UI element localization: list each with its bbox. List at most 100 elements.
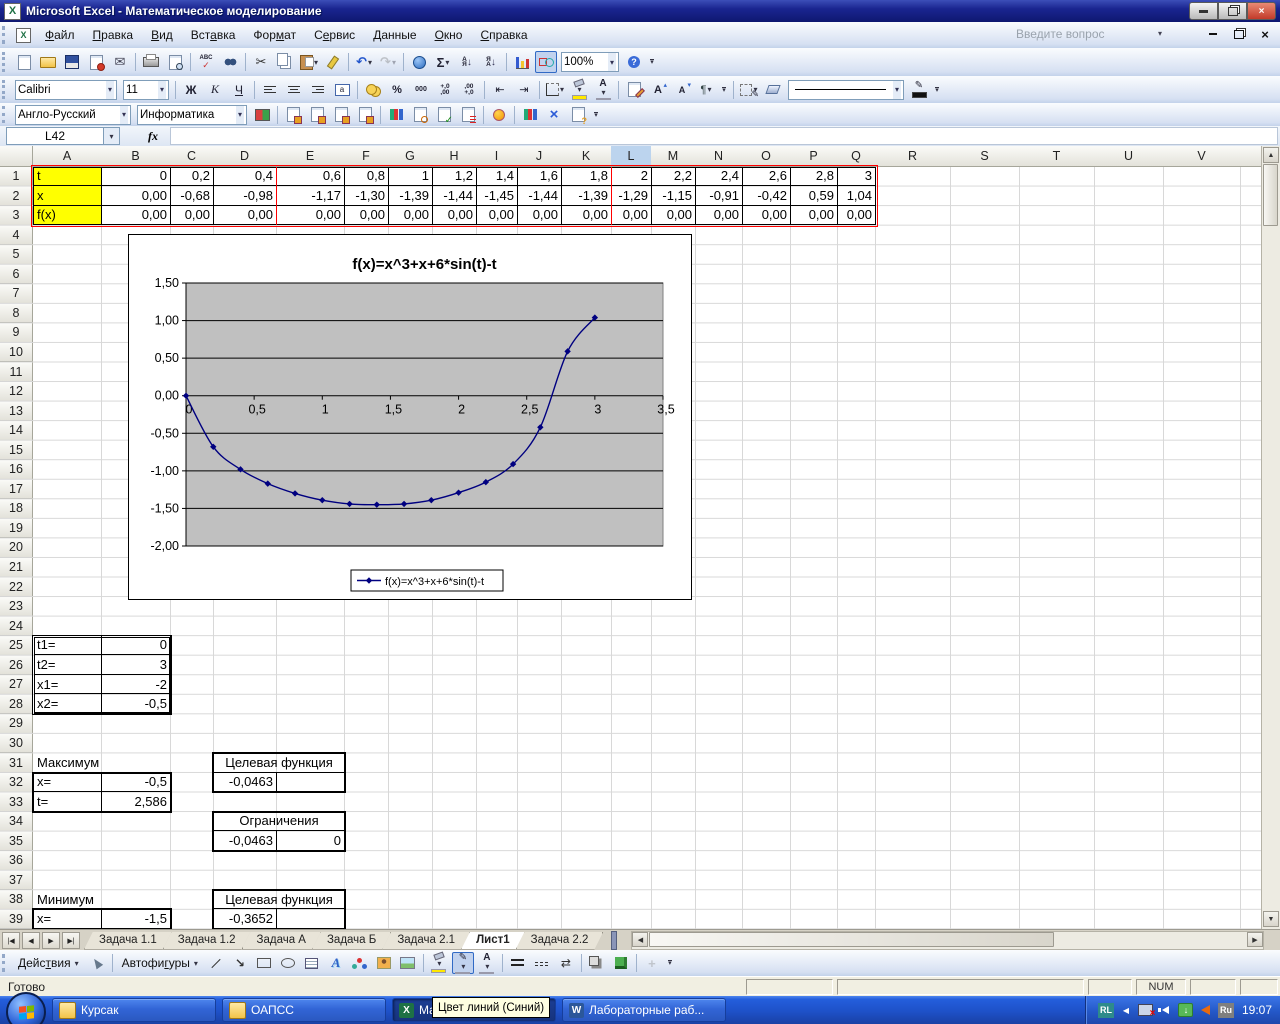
cell-M2[interactable]: -1,15 [652, 186, 696, 206]
cell-H1[interactable]: 1,2 [433, 167, 477, 187]
draw-border-icon[interactable]: ▾ [738, 79, 760, 101]
open-folder-icon[interactable] [37, 51, 59, 73]
cell-I3[interactable]: 0,00 [477, 206, 518, 226]
vertical-scrollbar[interactable]: ▲▼ [1261, 146, 1280, 929]
column-header-O[interactable]: O [742, 146, 791, 167]
drawing-icon[interactable] [535, 51, 557, 73]
new-document-icon[interactable] [13, 51, 35, 73]
cell-A33[interactable]: t= [34, 792, 102, 812]
cell-B26[interactable]: 3 [102, 655, 171, 675]
doc-settings-2-icon[interactable] [306, 104, 328, 126]
cell-D3[interactable]: 0,00 [214, 206, 277, 226]
cell-B2[interactable]: 0,00 [102, 186, 171, 206]
toolbar-options-icon[interactable]: ▾ [718, 80, 730, 100]
permission-icon[interactable] [85, 51, 107, 73]
cell-I1[interactable]: 1,4 [477, 167, 518, 187]
column-header-G[interactable]: G [388, 146, 433, 167]
grow-font-icon[interactable] [647, 79, 669, 101]
cell-L3[interactable]: 0,00 [612, 206, 652, 226]
arrow-style-icon[interactable] [555, 952, 577, 974]
cell-P1[interactable]: 2,8 [791, 167, 838, 187]
sheet-tab-задача-1.1[interactable]: Задача 1.1 [84, 932, 172, 950]
cell-A39[interactable]: x= [34, 909, 102, 929]
cell-J2[interactable]: -1,44 [518, 186, 562, 206]
cell-M3[interactable]: 0,00 [652, 206, 696, 226]
updates-icon[interactable]: ↓ [1178, 1003, 1194, 1018]
previous-sheet-icon[interactable]: ◀ [22, 932, 40, 949]
column-header-M[interactable]: M [651, 146, 696, 167]
sheet-tab-задача-1.2[interactable]: Задача 1.2 [163, 932, 251, 950]
column-header-S[interactable]: S [950, 146, 1020, 167]
name-box[interactable]: L42 [6, 127, 104, 145]
column-header-H[interactable]: H [432, 146, 477, 167]
cell-J1[interactable]: 1,6 [518, 167, 562, 187]
cell-D32[interactable]: -0,0463 [214, 773, 277, 793]
increase-decimal-icon[interactable]: +,0 ,00 [434, 79, 456, 101]
borders-icon[interactable]: ▾ [544, 79, 566, 101]
list-doc-icon[interactable] [457, 104, 479, 126]
sheet-tab-задача-2.2[interactable]: Задача 2.2 [516, 932, 604, 950]
column-header-E[interactable]: E [276, 146, 345, 167]
workbook-restore-button[interactable] [1232, 28, 1246, 40]
books-icon[interactable] [385, 104, 407, 126]
line-icon[interactable] [205, 952, 227, 974]
cell-O3[interactable]: 0,00 [743, 206, 791, 226]
taskbar-button-курсак[interactable]: Курсак [52, 998, 216, 1022]
menu-справка[interactable]: Справка [471, 25, 536, 45]
oval-icon[interactable] [277, 952, 299, 974]
question-dropdown-icon[interactable]: ▾ [1158, 29, 1162, 38]
wordart-icon[interactable] [325, 952, 347, 974]
column-header-B[interactable]: B [101, 146, 171, 167]
cell-A38[interactable]: Минимум [34, 890, 102, 910]
cell-J3[interactable]: 0,00 [518, 206, 562, 226]
font-color2-icon[interactable]: ▾ [476, 952, 498, 974]
column-header-D[interactable]: D [213, 146, 277, 167]
autosum-icon[interactable]: ▾ [432, 51, 454, 73]
cell-B27[interactable]: -2 [102, 675, 171, 695]
type-question-input[interactable]: Введите вопрос [1016, 27, 1146, 41]
start-button[interactable] [6, 992, 46, 1024]
merge-center-icon[interactable] [331, 79, 353, 101]
collapse-tray-icon[interactable]: ◀ [1118, 1003, 1134, 1018]
scroll-down-icon[interactable]: ▼ [1263, 911, 1279, 927]
menu-файл[interactable]: Файл [36, 25, 84, 45]
balloon-icon[interactable] [488, 104, 510, 126]
cell-B39[interactable]: -1,5 [102, 909, 171, 929]
fill-color2-icon[interactable]: ▾ [428, 952, 450, 974]
cell-C1[interactable]: 0,2 [171, 167, 214, 187]
vscroll-thumb[interactable] [1263, 164, 1278, 226]
scroll-up-icon[interactable]: ▲ [1263, 147, 1279, 163]
help-icon[interactable] [623, 51, 645, 73]
delete-x-icon[interactable] [543, 104, 565, 126]
first-sheet-icon[interactable]: |◀ [2, 932, 20, 949]
decrease-decimal-icon[interactable]: ,00 +,0 [458, 79, 480, 101]
cell-A32[interactable]: x= [34, 773, 102, 793]
menu-правка[interactable]: Правка [84, 25, 143, 45]
cell-F1[interactable]: 0,8 [345, 167, 389, 187]
currency-icon[interactable] [362, 79, 384, 101]
insert-function-icon[interactable]: fx [148, 129, 158, 144]
cell-A26[interactable]: t2= [34, 655, 102, 675]
close-button[interactable]: × [1247, 2, 1276, 20]
undo-icon[interactable]: ▾ [353, 51, 375, 73]
cell-A2[interactable]: x [34, 186, 102, 206]
cell-B33[interactable]: 2,586 [102, 792, 171, 812]
redo-icon[interactable]: ▾ [377, 51, 399, 73]
copy-icon[interactable] [274, 51, 296, 73]
column-header-V[interactable]: V [1163, 146, 1241, 167]
cut-icon[interactable] [250, 51, 272, 73]
menu-вставка[interactable]: Вставка [182, 25, 245, 45]
cell-D1[interactable]: 0,4 [214, 167, 277, 187]
underline-icon[interactable]: Ч [228, 79, 250, 101]
picture-icon[interactable] [397, 952, 419, 974]
cell-B28[interactable]: -0,5 [102, 694, 171, 714]
cell-C3[interactable]: 0,00 [171, 206, 214, 226]
shadow-icon[interactable] [586, 952, 608, 974]
doc-settings-4-icon[interactable] [354, 104, 376, 126]
cell-K1[interactable]: 1,8 [562, 167, 612, 187]
sheet-tab-лист1[interactable]: Лист1 [461, 932, 525, 950]
select-arrow-icon[interactable] [86, 952, 108, 974]
cell-B25[interactable]: 0 [102, 636, 171, 656]
cell-D31[interactable]: Целевая функция [214, 753, 345, 773]
font-color-icon[interactable]: ▾ [592, 79, 614, 101]
